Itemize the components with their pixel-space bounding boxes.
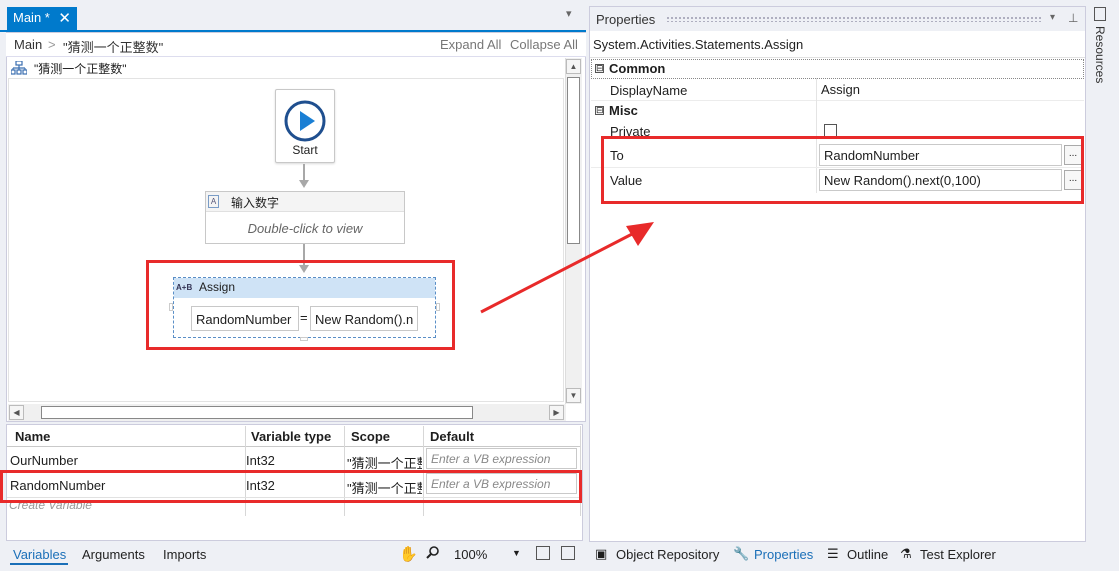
breadcrumb-current[interactable]: "猜测一个正整数" <box>63 37 163 56</box>
zoom-icon[interactable] <box>426 545 440 559</box>
close-icon[interactable]: ✕ <box>58 9 71 27</box>
side-tab-resources[interactable]: Resources <box>1093 26 1107 83</box>
side-tab-strip <box>1088 0 1119 571</box>
tab-arguments[interactable]: Arguments <box>82 547 145 562</box>
active-tab-indicator <box>10 563 68 565</box>
variable-default-input[interactable]: Enter a VB expression <box>426 448 577 469</box>
property-label-displayname: DisplayName <box>610 83 688 98</box>
annotation-arrow <box>480 222 654 314</box>
tab-test-explorer[interactable]: Test Explorer <box>920 547 996 562</box>
collapse-icon[interactable]: ⊟ <box>595 106 604 115</box>
outline-icon: ☰ <box>827 546 839 561</box>
scroll-left-icon[interactable]: ◀ <box>9 405 24 420</box>
annotation-box-variable <box>0 470 582 503</box>
object-repository-icon: ▣ <box>595 546 608 561</box>
properties-type-name: System.Activities.Statements.Assign <box>593 37 804 52</box>
scroll-up-icon[interactable]: ▲ <box>566 59 581 74</box>
tab-main[interactable]: Main * ✕ <box>7 7 77 30</box>
breadcrumb-separator: > <box>48 37 56 52</box>
variable-name[interactable]: OurNumber <box>10 453 240 468</box>
overview-icon[interactable] <box>561 546 575 560</box>
connector-arrow <box>299 180 309 188</box>
column-header-default[interactable]: Default <box>430 429 474 444</box>
fit-to-screen-icon[interactable] <box>536 546 550 560</box>
input-activity-title: 输入数字 <box>231 196 280 210</box>
scroll-right-icon[interactable]: ▶ <box>549 405 564 420</box>
start-label: Start <box>292 143 318 157</box>
horizontal-scroll-thumb[interactable] <box>41 406 473 419</box>
breadcrumb-root[interactable]: Main <box>14 37 42 52</box>
play-icon <box>284 100 326 142</box>
collapse-all-link[interactable]: Collapse All <box>510 37 578 52</box>
scroll-down-icon[interactable]: ▼ <box>566 388 581 403</box>
tab-properties[interactable]: Properties <box>754 547 813 562</box>
tab-outline[interactable]: Outline <box>847 547 888 562</box>
tab-object-repository[interactable]: Object Repository <box>616 547 719 562</box>
flowchart-icon <box>11 61 27 75</box>
tab-variables[interactable]: Variables <box>13 547 66 562</box>
expand-all-link[interactable]: Expand All <box>440 37 501 52</box>
input-activity-hint: Double-click to view <box>247 221 363 236</box>
resources-icon[interactable] <box>1094 7 1106 21</box>
annotation-box-assign <box>146 260 455 350</box>
collapse-icon[interactable]: ⊟ <box>595 64 604 73</box>
zoom-level[interactable]: 100% <box>454 547 487 562</box>
wrench-icon: 🔧 <box>733 546 750 561</box>
input-dialog-icon: A <box>208 195 219 208</box>
tab-imports[interactable]: Imports <box>163 547 206 562</box>
tab-main-label: Main * <box>13 10 50 25</box>
zoom-dropdown-icon[interactable]: ▼ <box>512 548 521 558</box>
test-explorer-icon: ⚗ <box>900 546 912 561</box>
properties-title: Properties <box>596 12 656 27</box>
variable-type[interactable]: Int32 <box>246 453 341 468</box>
column-header-name[interactable]: Name <box>15 429 50 444</box>
category-misc-label: Misc <box>609 103 638 118</box>
annotation-box-properties <box>601 136 1084 204</box>
column-header-scope[interactable]: Scope <box>351 429 390 444</box>
document-tabstrip <box>0 0 586 32</box>
column-header-type[interactable]: Variable type <box>251 429 331 444</box>
panel-drag-grip[interactable] <box>666 16 1042 22</box>
pin-icon[interactable]: ⊥ <box>1068 11 1078 25</box>
category-common-label: Common <box>609 61 666 76</box>
divider <box>590 57 1085 58</box>
sequence-title[interactable]: "猜测一个正整数" <box>34 60 127 77</box>
chevron-down-icon[interactable]: ▾ <box>566 7 572 20</box>
chevron-down-icon[interactable]: ▾ <box>1050 12 1055 23</box>
category-misc[interactable] <box>591 101 1084 121</box>
property-value-displayname[interactable]: Assign <box>821 82 860 97</box>
pan-hand-icon[interactable]: ✋ <box>399 545 418 563</box>
